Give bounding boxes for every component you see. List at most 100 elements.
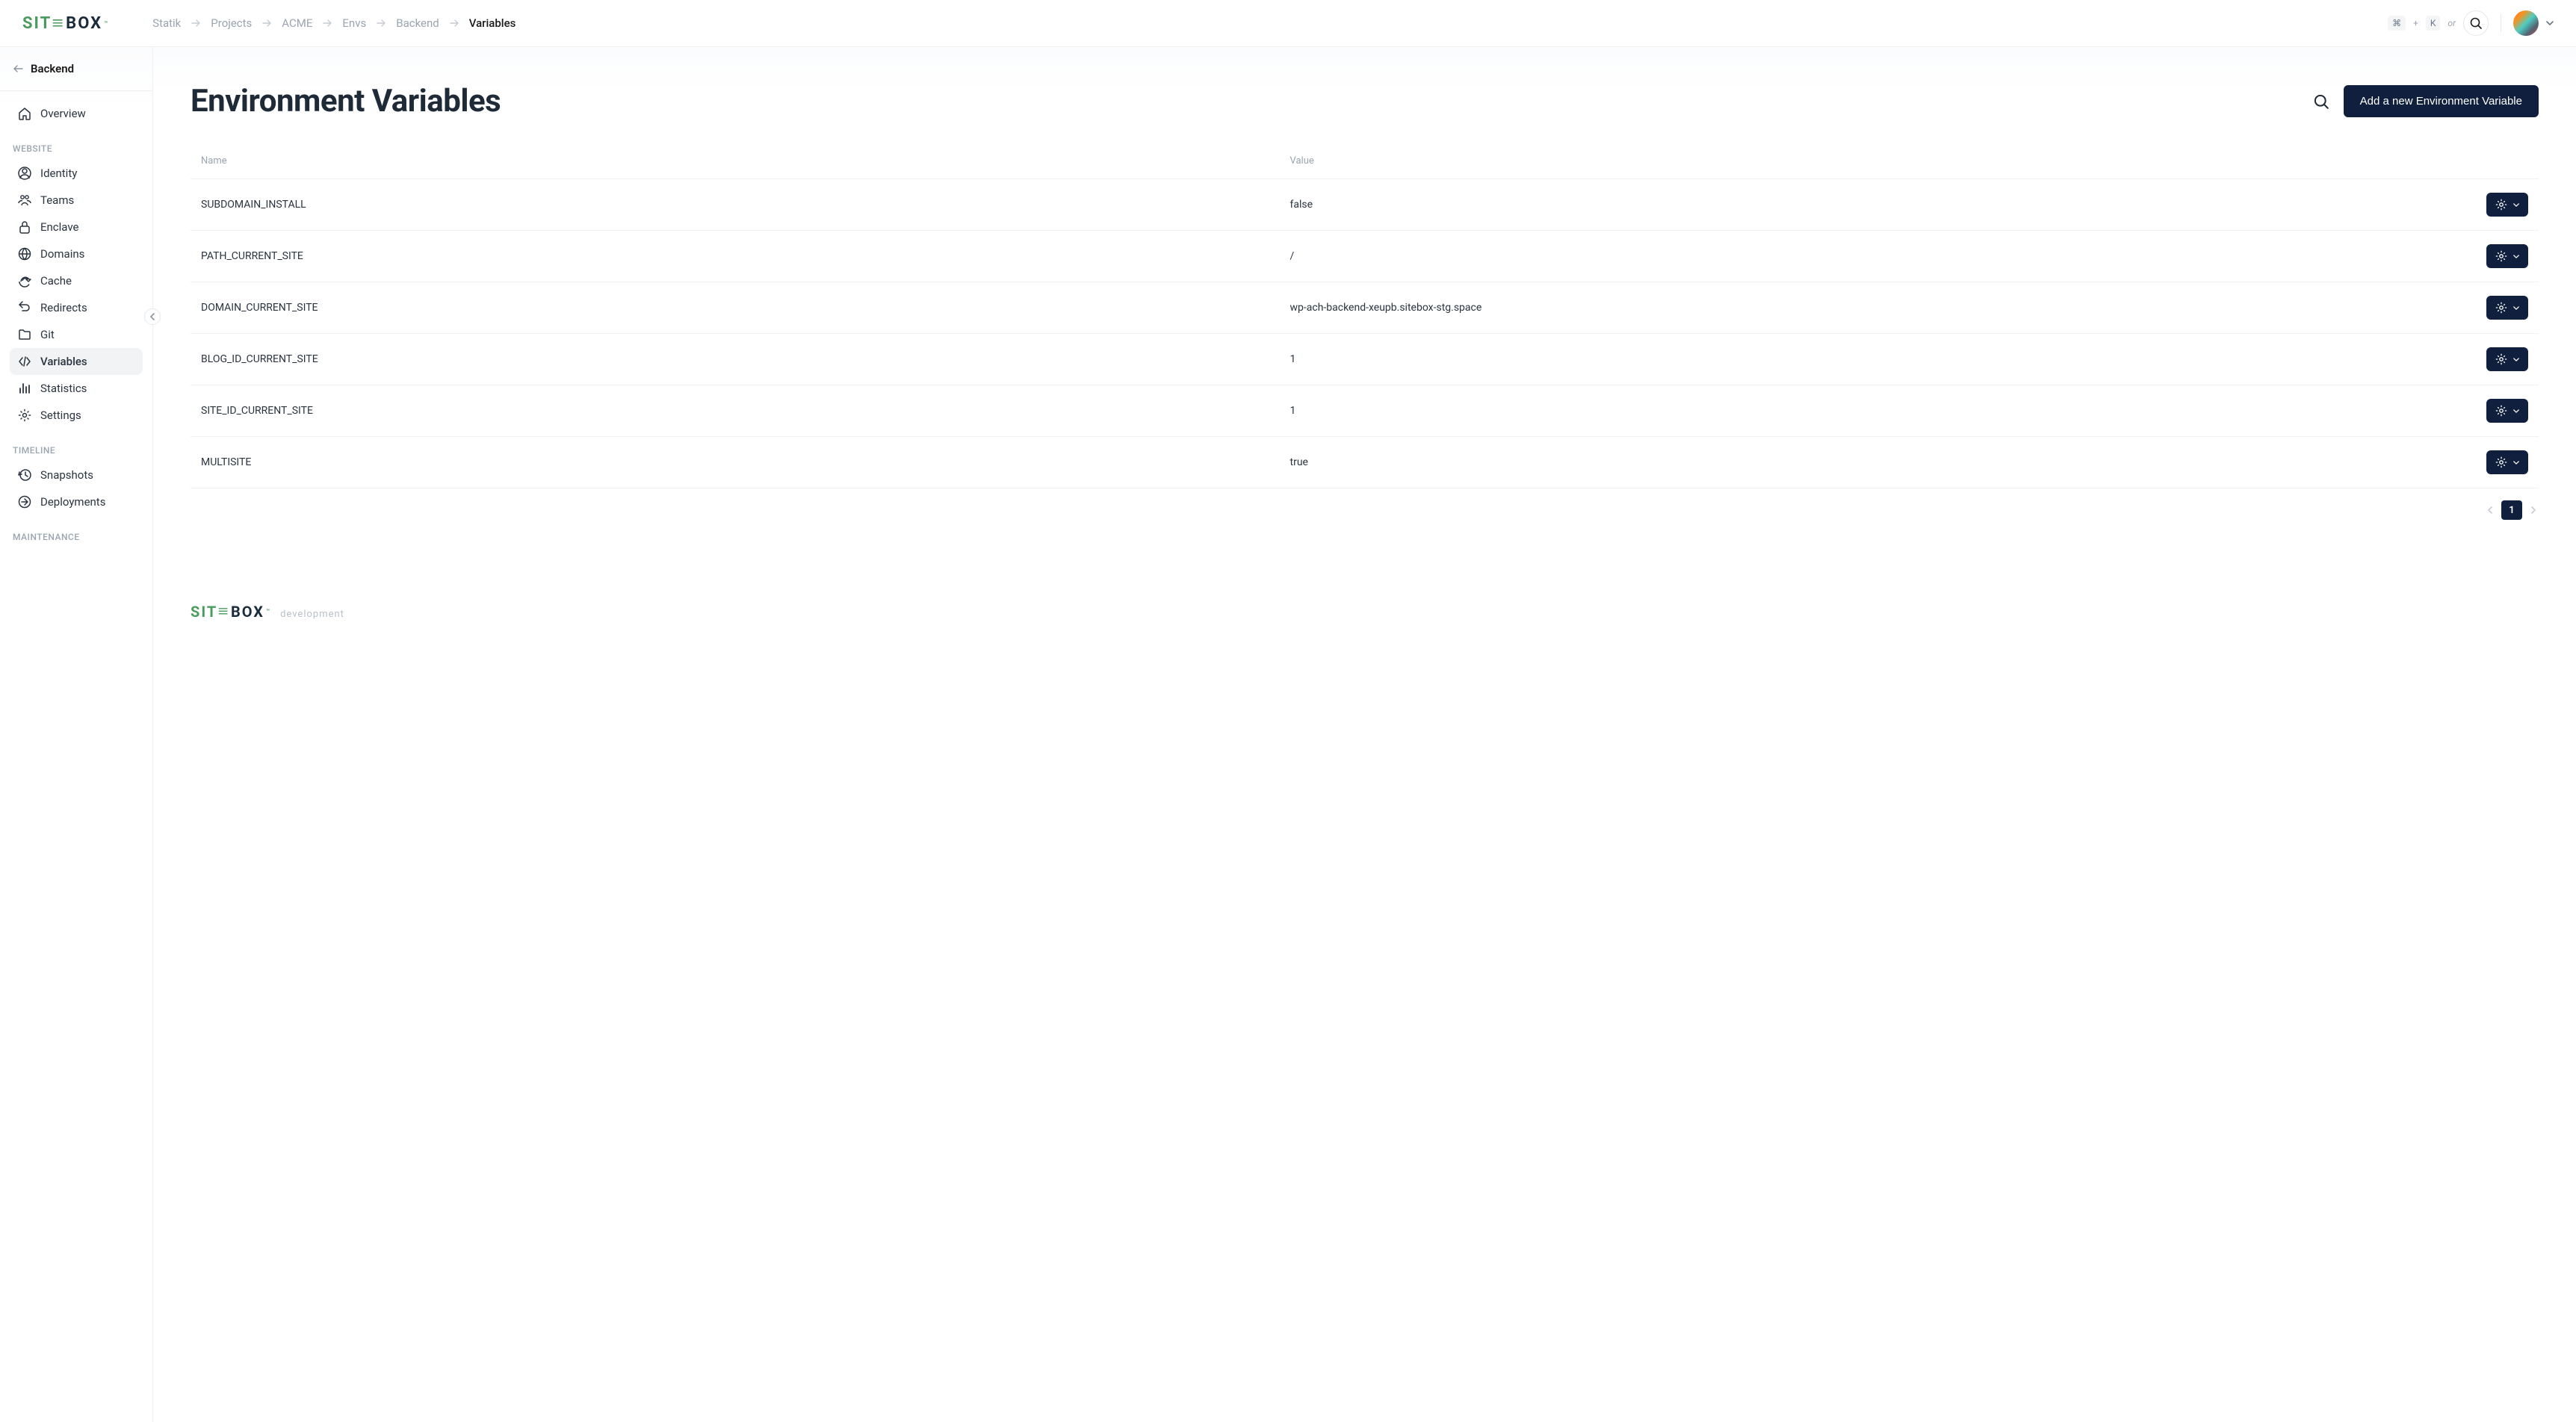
breadcrumb-item[interactable]: Statik — [152, 16, 181, 30]
table-header: Name Value — [191, 155, 2539, 178]
logo[interactable]: SIT≡BOX™ — [22, 13, 109, 33]
home-icon — [18, 107, 31, 120]
logo-tm: ™ — [266, 608, 271, 615]
sidebar-item-git[interactable]: Git — [10, 321, 143, 348]
breadcrumb-arrow-icon — [323, 19, 332, 27]
row-settings-button[interactable] — [2486, 296, 2528, 320]
table-row: PATH_CURRENT_SITE/ — [191, 230, 2539, 282]
back-link[interactable]: Backend — [0, 47, 152, 91]
sidebar-item-label: Variables — [40, 355, 87, 368]
collapse-sidebar-button[interactable] — [144, 308, 161, 325]
sidebar-item-overview[interactable]: Overview — [10, 100, 143, 127]
page-header: Environment Variables Add a new Environm… — [191, 83, 2539, 119]
row-settings-button[interactable] — [2486, 450, 2528, 474]
logo-dark: BOX — [231, 603, 264, 621]
snapshots-icon — [18, 468, 31, 482]
main-content: Environment Variables Add a new Environm… — [153, 47, 2576, 1422]
breadcrumb-item[interactable]: ACME — [282, 16, 312, 30]
footer-logo: SIT≡BOX™ — [191, 602, 271, 621]
search-icon — [2470, 17, 2482, 29]
settings-icon — [18, 409, 31, 422]
page-actions: Add a new Environment Variable — [2314, 85, 2539, 117]
sidebar-item-label: Overview — [40, 107, 86, 120]
sidebar-item-label: Redirects — [40, 301, 87, 314]
chevron-down-icon — [2513, 358, 2519, 361]
search-icon — [2314, 94, 2329, 109]
sidebar-item-enclave[interactable]: Enclave — [10, 214, 143, 240]
sidebar-item-label: Teams — [40, 193, 74, 207]
var-name: SITE_ID_CURRENT_SITE — [201, 405, 1290, 417]
breadcrumb-item: Variables — [469, 16, 516, 30]
sidebar-item-snapshots[interactable]: Snapshots — [10, 462, 143, 488]
page-prev-button[interactable] — [2485, 503, 2495, 517]
var-name: MULTISITE — [201, 456, 1290, 468]
logo-green: SIT — [191, 603, 217, 621]
chevron-left-icon — [150, 313, 155, 320]
variables-table: Name Value SUBDOMAIN_INSTALLfalsePATH_CU… — [191, 155, 2539, 488]
identity-icon — [18, 167, 31, 180]
var-value: 1 — [1290, 353, 2380, 365]
add-variable-button[interactable]: Add a new Environment Variable — [2344, 85, 2539, 117]
breadcrumb-arrow-icon — [262, 19, 271, 27]
table-row: SUBDOMAIN_INSTALLfalse — [191, 178, 2539, 230]
kbd-k: K — [2426, 16, 2441, 31]
row-settings-button[interactable] — [2486, 244, 2528, 268]
sidebar-item-domains[interactable]: Domains — [10, 240, 143, 267]
page-next-button[interactable] — [2528, 503, 2539, 517]
sidebar-heading: WEBSITE — [10, 127, 143, 160]
chevron-down-icon — [2513, 255, 2519, 258]
page-search-button[interactable] — [2314, 94, 2329, 109]
sidebar-item-redirects[interactable]: Redirects — [10, 294, 143, 321]
var-name: BLOG_ID_CURRENT_SITE — [201, 353, 1290, 365]
gear-icon — [2495, 456, 2507, 468]
table-row: SITE_ID_CURRENT_SITE1 — [191, 385, 2539, 436]
sidebar-item-identity[interactable]: Identity — [10, 160, 143, 187]
sidebar-heading: TIMELINE — [10, 429, 143, 462]
breadcrumb-arrow-icon — [191, 19, 200, 27]
chevron-down-icon — [2513, 203, 2519, 207]
deployments-icon — [18, 495, 31, 509]
logo-bars: ≡ — [218, 602, 230, 621]
row-settings-button[interactable] — [2486, 193, 2528, 217]
global-search-button[interactable] — [2463, 10, 2489, 36]
breadcrumb-arrow-icon — [377, 19, 386, 27]
logo-green: SIT — [22, 14, 52, 33]
chevron-down-icon — [2513, 306, 2519, 310]
sidebar-item-teams[interactable]: Teams — [10, 187, 143, 214]
sidebar-item-cache[interactable]: Cache — [10, 267, 143, 294]
avatar[interactable] — [2513, 10, 2539, 36]
breadcrumb-arrow-icon — [450, 19, 459, 27]
sidebar-item-deployments[interactable]: Deployments — [10, 488, 143, 515]
sidebar-item-label: Cache — [40, 274, 72, 288]
topbar: SIT≡BOX™ Statik Projects ACME Envs Backend Va… — [0, 0, 2576, 47]
breadcrumb-item[interactable]: Backend — [396, 16, 439, 30]
var-value: false — [1290, 199, 2380, 211]
arrow-left-icon — [13, 65, 23, 72]
footer-env: development — [280, 609, 344, 620]
var-value: 1 — [1290, 405, 2380, 417]
sidebar-item-label: Git — [40, 328, 55, 341]
breadcrumb-item[interactable]: Projects — [211, 16, 252, 30]
topbar-actions: ⌘ + K or — [2388, 10, 2554, 36]
row-settings-button[interactable] — [2486, 399, 2528, 423]
page-number[interactable]: 1 — [2501, 500, 2522, 520]
kbd-or: or — [2447, 18, 2456, 28]
sidebar-item-settings[interactable]: Settings — [10, 402, 143, 429]
sidebar-item-variables[interactable]: Variables — [10, 348, 143, 375]
back-link-label: Backend — [31, 62, 74, 75]
sidebar-item-statistics[interactable]: Statistics — [10, 375, 143, 402]
breadcrumb-item[interactable]: Envs — [342, 16, 366, 30]
breadcrumb: Statik Projects ACME Envs Backend Variables — [152, 16, 515, 30]
sidebar-item-label: Enclave — [40, 220, 78, 234]
redirects-icon — [18, 301, 31, 314]
chevron-down-icon — [2513, 461, 2519, 465]
var-value: true — [1290, 456, 2380, 468]
sidebar-item-label: Statistics — [40, 382, 87, 395]
logo-dark: BOX — [66, 14, 102, 33]
table-row: DOMAIN_CURRENT_SITEwp-ach-backend-xeupb.… — [191, 282, 2539, 333]
stats-icon — [18, 382, 31, 395]
row-settings-button[interactable] — [2486, 347, 2528, 371]
footer-brand: SIT≡BOX™ development — [191, 602, 2539, 621]
sidebar-nav: Overview WEBSITEIdentity Teams Enclave Doma… — [0, 91, 152, 548]
user-menu-chevron[interactable] — [2546, 21, 2554, 25]
